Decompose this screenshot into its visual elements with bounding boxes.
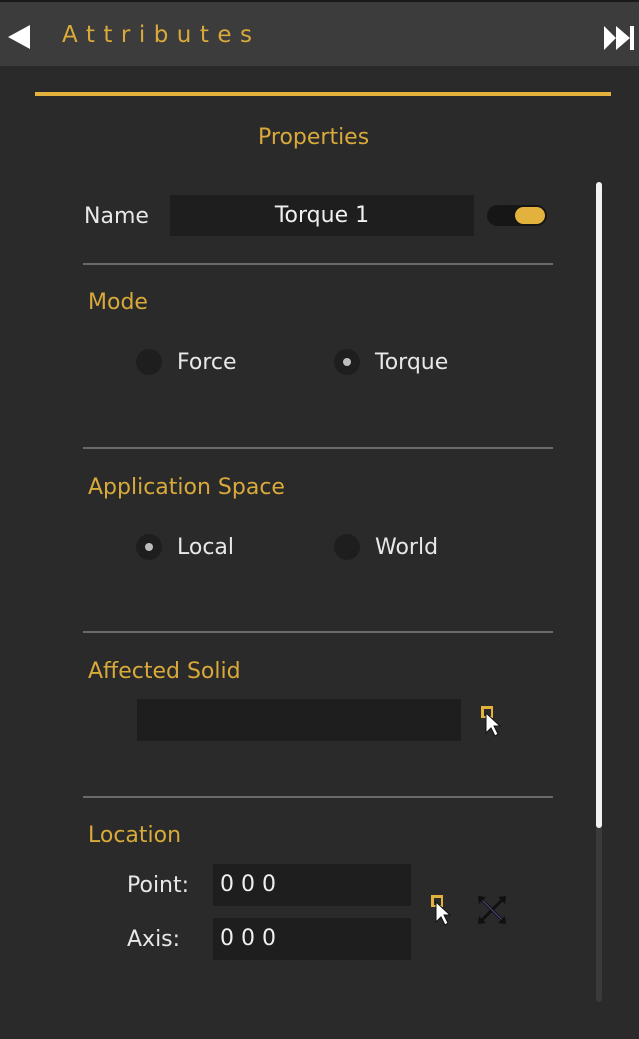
name-input[interactable]: Torque 1 <box>170 195 474 236</box>
axis-label: Axis: <box>127 927 181 952</box>
axis-input[interactable]: 0 0 0 <box>213 918 411 960</box>
divider <box>83 263 553 265</box>
radio-local[interactable] <box>136 534 162 560</box>
radio-torque-label: Torque <box>375 350 449 375</box>
name-label: Name <box>84 204 149 229</box>
divider <box>83 447 553 449</box>
radio-torque[interactable] <box>334 349 360 375</box>
divider <box>83 631 553 633</box>
mode-title: Mode <box>88 290 148 315</box>
enabled-toggle[interactable] <box>487 205 547 226</box>
radio-world[interactable] <box>334 534 360 560</box>
scrollbar-thumb[interactable] <box>596 182 602 828</box>
point-label: Point: <box>127 873 190 898</box>
radio-force[interactable] <box>136 349 162 375</box>
divider <box>83 796 553 798</box>
accent-line <box>35 92 611 96</box>
affected-solid-title: Affected Solid <box>88 659 241 684</box>
panel-header: Attributes <box>0 0 639 66</box>
affected-solid-input[interactable] <box>137 699 461 741</box>
radio-force-label: Force <box>177 350 237 375</box>
collapse-arrow-icon[interactable] <box>8 25 30 49</box>
cross-arrows-icon[interactable] <box>476 894 508 926</box>
properties-title: Properties <box>258 125 370 150</box>
location-title: Location <box>88 823 182 848</box>
point-input[interactable]: 0 0 0 <box>213 864 411 906</box>
double-right-arrow-icon[interactable] <box>604 26 638 50</box>
pick-cursor-icon[interactable] <box>430 894 454 928</box>
toggle-knob <box>515 207 545 224</box>
application-space-title: Application Space <box>88 475 285 500</box>
panel-title: Attributes <box>62 22 261 48</box>
radio-local-label: Local <box>177 535 235 560</box>
radio-world-label: World <box>375 535 439 560</box>
pick-cursor-icon[interactable] <box>480 705 504 739</box>
